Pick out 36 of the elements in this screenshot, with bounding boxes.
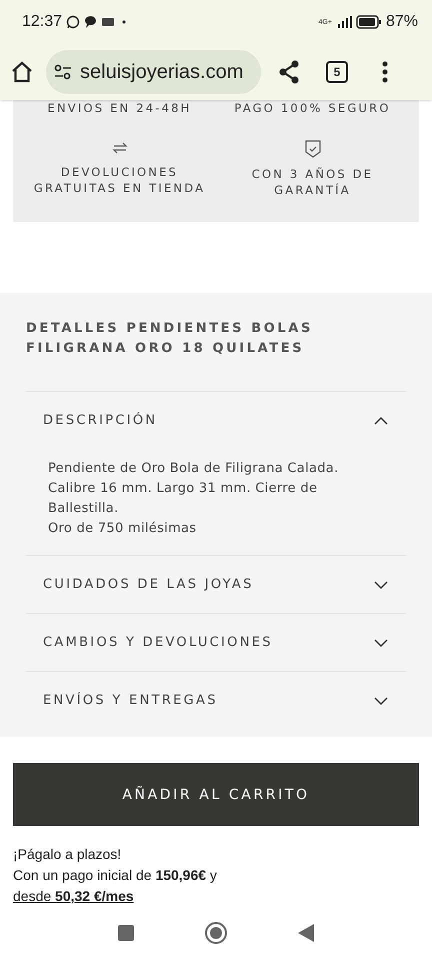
benefit-label: ENVIOS EN 24-48H [48,100,192,116]
monthly-payment-link[interactable]: desde 50,32 €/mes [13,888,134,904]
accordion-header[interactable]: DESCRIPCIÓN [26,392,406,449]
chat-bubble-icon [84,16,98,28]
url-text: seluisjoyerias.com [80,60,244,84]
installments-title: ¡Págalo a plazos! [13,845,122,864]
clock: 12:37 [22,13,62,31]
chevron-up-icon [374,416,388,424]
share-icon[interactable] [277,60,301,84]
address-bar[interactable]: seluisjoyerias.com [46,50,261,94]
home-button-icon[interactable] [204,921,228,945]
benefit-label: DEVOLUCIONES GRATUITAS EN TIENDA [32,164,206,196]
installments-text: Con un pago inicial de 150,96€ y desde 50,32 €/mes [13,866,218,906]
accordion-header[interactable]: CAMBIOS Y DEVOLUCIONES [26,614,406,671]
site-settings-icon[interactable] [54,64,72,80]
benefit-label: PAGO 100% SEGURO [234,100,391,116]
back-icon[interactable] [298,924,314,942]
signal-icon [338,16,352,28]
more-menu-icon[interactable] [382,61,388,83]
benefit-label: CON 3 AÑOS DE GARANTÍA [250,166,374,198]
chevron-down-icon [374,696,388,704]
tab-switcher[interactable]: 5 [326,61,348,83]
details-title: DETALLES PENDIENTES BOLAS FILIGRANA ORO 18 QUILATES [26,320,314,358]
battery-level: 87% [386,13,418,31]
description-text: Oro de 750 milésimas [48,520,198,538]
chevron-down-icon [374,638,388,646]
shield-check-icon [304,140,320,158]
accordion-header[interactable]: ENVÍOS Y ENTREGAS [26,672,406,729]
accordion-header[interactable]: CUIDADOS DE LAS JOYAS [26,556,406,613]
battery-icon [356,15,382,29]
chevron-down-icon [374,580,388,588]
description-text: Pendiente de Oro Bola de Filigrana Calada. Calibre 16 mm. Largo 31 mm. Cierre de Ballestilla. [48,460,340,518]
exchange-arrows-icon [112,140,128,156]
notification-icon [101,16,116,28]
home-icon[interactable] [10,60,34,84]
add-to-cart-button[interactable]: AÑADIR AL CARRITO [13,763,419,826]
